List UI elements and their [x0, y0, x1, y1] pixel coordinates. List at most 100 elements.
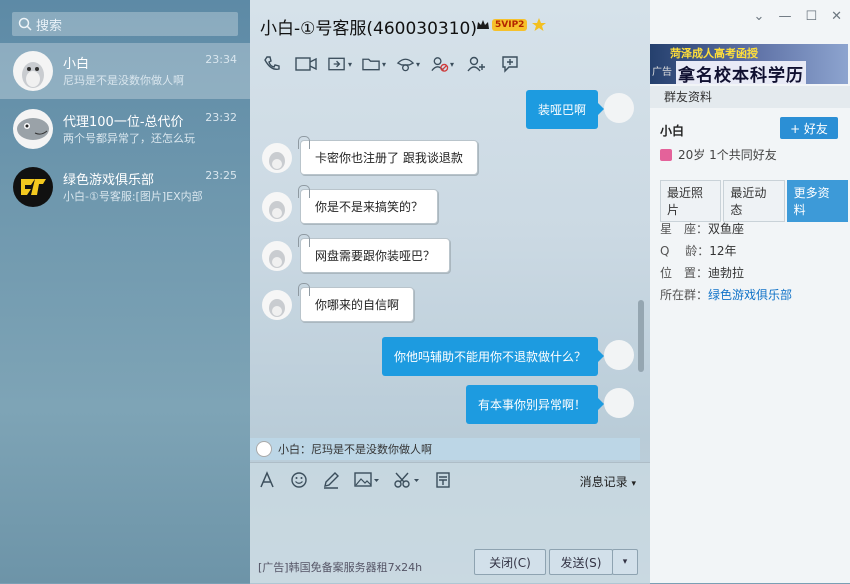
send-button[interactable]: 发送(S) [549, 549, 613, 575]
contact-name: 绿色游戏俱乐部 [63, 173, 155, 188]
maximize-icon[interactable]: ☐ [805, 9, 817, 24]
remote-assist-icon[interactable] [396, 53, 420, 75]
paperclip-icon [298, 185, 310, 198]
contact-sidebar: 搜索 小白 尼玛是不是没数你做人啊 23:34 代理100一位-总代价 两个号都… [0, 0, 250, 583]
field-value: 12年 [709, 244, 737, 258]
tab-recent-activity[interactable]: 最近动态 [723, 180, 785, 222]
image-icon[interactable] [354, 471, 380, 489]
field-value: 双鱼座 [708, 222, 745, 236]
message-text: 你是不是来搞笑的？ [300, 189, 439, 224]
avatar [13, 167, 53, 207]
avatar [262, 241, 292, 271]
ad-main-text: 拿名校本科学历 [676, 61, 806, 84]
profile-field: Q 龄：12年 [660, 242, 737, 259]
message-input-area[interactable]: 消息记录 ▾ [广告]韩国免备案服务器租7x24h 关闭(C) 发送(S) ▾ [250, 462, 650, 584]
tab-group-profile[interactable]: 群友资料 [650, 86, 850, 108]
field-value: 迪勃拉 [708, 266, 745, 280]
message-text: 卡密你也注册了 跟我谈退款 [300, 140, 478, 175]
ad-banner[interactable]: 菏泽成人高考函授 广告 拿名校本科学历 [650, 44, 848, 84]
contact-time: 23:32 [205, 111, 237, 124]
field-label: 位 置： [660, 266, 709, 280]
profile-tabs: 最近照片 最近动态 更多资料 [660, 180, 850, 222]
add-user-icon[interactable] [464, 53, 488, 75]
chevron-down-icon: ▾ [631, 479, 636, 489]
contact-name: 小白 [63, 57, 90, 72]
chat-scrollbar[interactable] [638, 300, 644, 372]
avatar [262, 290, 292, 320]
message-text: 网盘需要跟你装哑巴？ [300, 238, 451, 273]
field-label: Q 龄： [660, 244, 710, 258]
vip-crown-icon [477, 20, 489, 29]
contact-last-message: 两个号都异常了，还怎么玩 [63, 132, 195, 145]
voice-call-icon[interactable] [260, 53, 284, 75]
font-icon[interactable] [258, 471, 276, 489]
message-incoming: 卡密你也注册了 跟我谈退款 [250, 136, 642, 180]
contact-last-message: 尼玛是不是没数你做人啊 [63, 74, 184, 87]
text-ad[interactable]: [广告]韩国免备案服务器租7x24h [258, 559, 422, 575]
profile-name: 小白 [660, 124, 685, 138]
avatar [262, 143, 292, 173]
contact-time: 23:25 [205, 169, 237, 182]
avatar [262, 192, 292, 222]
svip-badge: 5VIP2 [476, 17, 547, 33]
paperclip-icon [298, 136, 310, 149]
pen-icon[interactable] [322, 471, 340, 489]
profile-field: 星 座：双鱼座 [660, 220, 744, 237]
add-friend-button[interactable]: + 好友 [780, 117, 838, 139]
search-placeholder: 搜索 [36, 18, 63, 34]
avatar [256, 441, 272, 457]
new-message-notice[interactable]: 小白：尼玛是不是没数你做人啊 [250, 438, 640, 460]
star-icon [532, 18, 547, 31]
svip-level: 5VIP2 [492, 19, 528, 31]
message-edit-icon[interactable] [498, 53, 522, 75]
folder-icon[interactable] [362, 53, 386, 75]
tab-recent-photos[interactable]: 最近照片 [660, 180, 722, 222]
message-text: 你哪来的自信啊 [300, 287, 415, 322]
message-outgoing: 装哑巴啊 [250, 90, 642, 130]
avatar [13, 109, 53, 149]
avatar [604, 340, 634, 370]
message-history-button[interactable]: 消息记录 ▾ [580, 473, 636, 490]
close-icon[interactable]: ✕ [831, 9, 842, 24]
contact-last-message: 小白-①号客服:[图片]EX内部程序 [63, 190, 203, 203]
paperclip-icon [298, 234, 310, 247]
search-box[interactable]: 搜索 [12, 12, 238, 36]
minimize-icon[interactable]: — [778, 9, 791, 24]
block-user-icon[interactable] [430, 53, 454, 75]
close-button[interactable]: 关闭(C) [474, 549, 546, 575]
tab-more-info[interactable]: 更多资料 [786, 180, 848, 222]
message-outgoing: 你他吗辅助不能用你不退款做什么？ [250, 337, 642, 377]
video-call-icon[interactable] [294, 53, 318, 75]
contact-item[interactable]: 代理100一位-总代价 两个号都异常了，还怎么玩 23:32 [0, 101, 250, 157]
message-outgoing: 有本事你别异常啊！ [250, 385, 642, 425]
send-options-button[interactable]: ▾ [612, 549, 638, 575]
message-text: 装哑巴啊 [525, 90, 605, 129]
window-controls: ⌄ — ☐ ✕ [754, 9, 842, 24]
field-label: 星 座： [660, 222, 709, 236]
chat-title: 小白-①号客服(460030310) [260, 19, 477, 39]
paperclip-icon [298, 283, 310, 296]
avatar [604, 93, 634, 123]
emoji-icon[interactable] [290, 471, 308, 489]
profile-field: 位 置：迪勃拉 [660, 264, 744, 281]
ad-tag: 广告 [652, 67, 672, 78]
gender-icon [660, 148, 672, 161]
collapse-icon[interactable]: ⌄ [754, 9, 765, 24]
message-history-label: 消息记录 [579, 475, 628, 489]
share-screen-icon[interactable] [328, 53, 352, 75]
message-incoming: 你是不是来搞笑的？ [250, 185, 642, 229]
profile-field: 所在群：绿色游戏俱乐部 [660, 286, 792, 303]
profile-panel: ⌄ — ☐ ✕ 菏泽成人高考函授 广告 拿名校本科学历 群友资料 小白 + 好友… [650, 0, 850, 583]
message-list[interactable]: 装哑巴啊 卡密你也注册了 跟我谈退款 你是不是来搞笑的？ 网盘需要跟你装哑巴？ … [250, 86, 650, 436]
contact-item[interactable]: 绿色游戏俱乐部 小白-①号客服:[图片]EX内部程序 23:25 [0, 159, 250, 215]
archive-icon[interactable] [434, 471, 452, 489]
group-link[interactable]: 绿色游戏俱乐部 [708, 288, 792, 302]
search-icon [18, 17, 32, 31]
profile-info-text: 20岁 1个共同好友 [678, 148, 777, 162]
profile-info: 20岁 1个共同好友 [660, 146, 777, 163]
field-label: 所在群： [660, 288, 709, 302]
avatar [604, 388, 634, 418]
contact-item[interactable]: 小白 尼玛是不是没数你做人啊 23:34 [0, 43, 250, 99]
scissors-icon[interactable] [394, 471, 420, 489]
notice-text: 小白：尼玛是不是没数你做人啊 [278, 443, 432, 456]
